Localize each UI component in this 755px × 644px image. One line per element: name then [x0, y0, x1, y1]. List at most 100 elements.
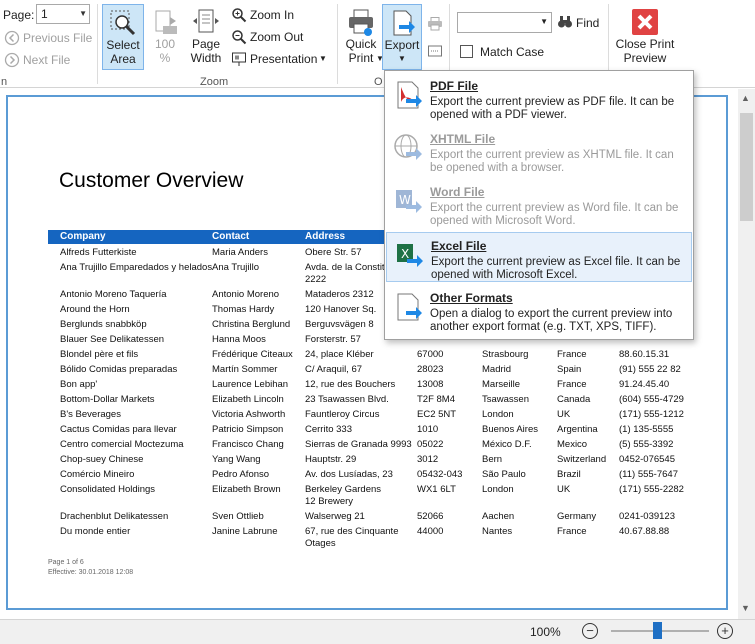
cell-company: Alfreds Futterkiste [60, 247, 137, 258]
menu-item-pdf[interactable]: PDF File Export the current preview as P… [386, 73, 692, 123]
cell-country: Brazil [557, 469, 581, 480]
cell-contact: Frédérique Citeaux [212, 349, 293, 360]
cell-address: Obere Str. 57 [305, 247, 362, 258]
pdf-icon [397, 81, 422, 109]
cell-city: London [482, 484, 514, 495]
find-button[interactable]: Find [576, 16, 599, 30]
zoom-100-label-2: % [159, 51, 171, 65]
cell-address: Fauntleroy Circus [305, 409, 380, 420]
zoom-in-icon [232, 8, 247, 23]
menu-item-word[interactable]: W Word File Export the current preview a… [386, 179, 692, 229]
menu-item-desc: Open a dialog to export the current prev… [430, 308, 673, 333]
svg-text:X: X [401, 247, 409, 261]
close-preview-label-1: Close Print [615, 37, 675, 51]
cell-city: Strasbourg [482, 349, 529, 360]
footer-effective: Effective: 30.01.2018 12:08 [48, 569, 134, 576]
scroll-down-icon[interactable]: ▼ [741, 603, 750, 613]
scrollbar-thumb[interactable] [740, 113, 753, 221]
quick-print-label-1: Quick [345, 37, 377, 51]
scroll-up-icon[interactable]: ▲ [741, 93, 750, 103]
presentation-button[interactable]: Presentation [250, 52, 317, 66]
menu-item-other-formats[interactable]: Other Formats Open a dialog to export th… [386, 285, 692, 335]
cell-zip: 28023 [417, 364, 444, 375]
zoom-out-button[interactable]: Zoom Out [250, 30, 303, 44]
cell-city: London [482, 409, 514, 420]
page-width-button[interactable]: Page Width [186, 4, 226, 70]
select-area-icon [110, 10, 136, 36]
cell-address-line2: 12 Brewery [305, 496, 354, 507]
binoculars-icon [558, 16, 572, 28]
cell-phone: (5) 555-3392 [619, 439, 674, 450]
menu-item-xhtml[interactable]: XHTML File Export the current preview as… [386, 126, 692, 176]
chevron-down-icon: ▼ [540, 17, 548, 26]
menu-item-desc: Export the current preview as PDF file. … [430, 96, 675, 121]
cell-contact: Francisco Chang [212, 439, 284, 450]
cell-contact: Christina Berglund [212, 319, 291, 330]
select-area-button[interactable]: Select Area [102, 4, 144, 70]
page-label: Page: [3, 8, 35, 22]
cell-country: UK [557, 484, 571, 495]
cell-city: Madrid [482, 364, 512, 375]
cell-contact: Antonio Moreno [212, 289, 280, 300]
vertical-scrollbar[interactable]: ▲ ▼ [738, 89, 755, 619]
cell-address: 23 Tsawassen Blvd. [305, 394, 389, 405]
page-setup-icon[interactable] [427, 43, 443, 59]
cell-country: Spain [557, 364, 582, 375]
cell-company: Bottom-Dollar Markets [60, 394, 155, 405]
cell-phone: (91) 555 22 82 [619, 364, 681, 375]
print-icon[interactable] [427, 16, 443, 32]
cell-city: México D.F. [482, 439, 532, 450]
group-separator [337, 4, 338, 84]
next-file-button[interactable]: Next File [23, 53, 70, 67]
document-export-icon [397, 293, 422, 321]
cell-address: 24, place Kléber [305, 349, 374, 360]
cell-country: Switzerland [557, 454, 607, 465]
footer-page: Page 1 of 6 [48, 559, 84, 566]
previous-file-icon [4, 30, 20, 46]
search-input[interactable]: ▼ [457, 12, 552, 33]
cell-country: France [557, 379, 587, 390]
previous-file-button[interactable]: Previous File [23, 31, 92, 45]
cell-contact: Martín Sommer [212, 364, 278, 375]
zoom-100-button[interactable]: 100 % [148, 4, 182, 70]
cell-address: C/ Araquil, 67 [305, 364, 363, 375]
close-print-preview-button[interactable]: Close Print Preview [614, 4, 676, 70]
cell-company: Du monde entier [60, 526, 131, 537]
page-number-input[interactable]: 1 ▼ [36, 4, 90, 24]
cell-address-line2: Otages [305, 538, 336, 549]
zoom-minus-button[interactable]: − [582, 623, 598, 639]
cell-contact: Elizabeth Brown [212, 484, 281, 495]
column-header-company: Company [60, 231, 106, 242]
zoom-100-label-1: 100 [154, 37, 176, 51]
cell-address: Berguvsvägen 8 [305, 319, 374, 330]
cell-country: Argentina [557, 424, 598, 435]
cell-address: Av. dos Lusíadas, 23 [305, 469, 393, 480]
cell-phone: 0241-039123 [619, 511, 675, 522]
zoom-level: 100% [530, 625, 561, 639]
cell-address: Hauptstr. 29 [305, 454, 357, 465]
menu-item-title: Other Formats [430, 291, 513, 305]
zoom-slider-thumb[interactable] [653, 622, 663, 639]
cell-zip: T2F 8M4 [417, 394, 456, 405]
cell-contact: Pedro Afonso [212, 469, 270, 480]
cell-zip: EC2 5NT [417, 409, 457, 420]
cell-phone: (11) 555-7647 [619, 469, 678, 480]
menu-item-excel[interactable]: X Excel File Export the current preview … [386, 232, 692, 282]
match-case-checkbox[interactable] [460, 45, 473, 58]
report-title: Customer Overview [59, 169, 244, 192]
cell-zip: 67000 [417, 349, 444, 360]
cell-company: Blauer See Delikatessen [60, 334, 165, 345]
cell-company: Comércio Mineiro [60, 469, 135, 480]
cell-address: Walserweg 21 [305, 511, 365, 522]
cell-city: Marseille [482, 379, 521, 390]
cell-phone: (604) 555-4729 [619, 394, 684, 405]
cell-city: Tsawassen [482, 394, 529, 405]
zoom-plus-button[interactable]: + [717, 623, 733, 639]
menu-item-title: XHTML File [430, 132, 496, 146]
cell-contact: Patricio Simpson [212, 424, 284, 435]
menu-item-title: Word File [430, 185, 485, 199]
zoom-in-button[interactable]: Zoom In [250, 8, 294, 22]
export-button[interactable]: Export ▼ [382, 4, 422, 70]
quick-print-button[interactable]: Quick Print [342, 4, 380, 70]
cell-company: B's Beverages [60, 409, 121, 420]
